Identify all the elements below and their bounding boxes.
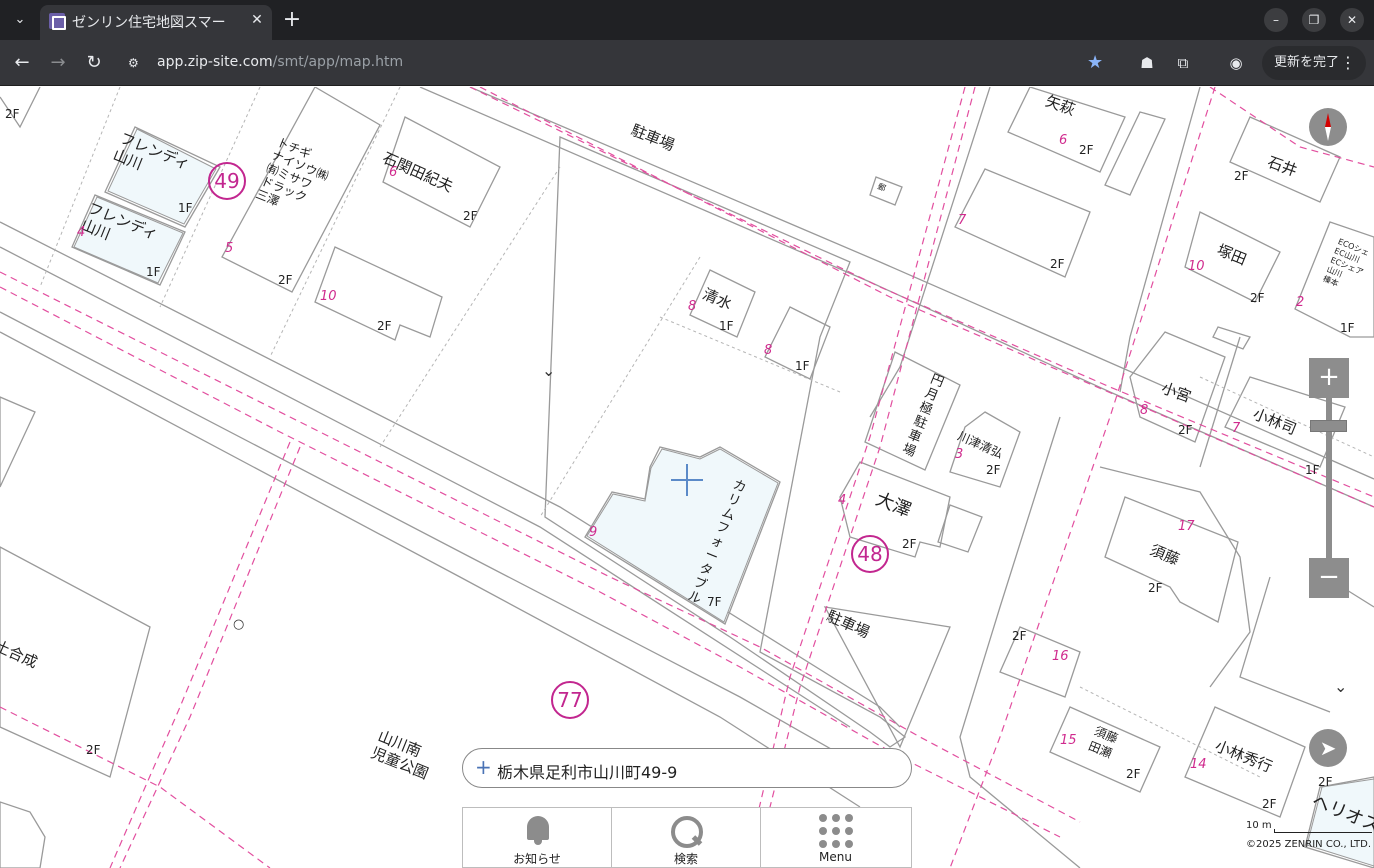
browser-tab[interactable]: ゼンリン住宅地図スマー ✕ bbox=[40, 5, 272, 40]
lot-number: 8 bbox=[1140, 403, 1149, 418]
notice-label: お知らせ bbox=[513, 852, 561, 866]
lot-number: 2 bbox=[1296, 295, 1305, 310]
lot-number: 3 bbox=[955, 447, 964, 462]
floor-label: 2F bbox=[1079, 143, 1094, 157]
bell-icon bbox=[523, 816, 553, 845]
forward-button[interactable]: → bbox=[44, 49, 72, 77]
site-favicon-icon bbox=[49, 13, 66, 30]
floor-label: 2F bbox=[1126, 767, 1141, 781]
floor-label: 2F bbox=[1234, 169, 1249, 183]
update-button[interactable]: 更新を完了 ⋮ bbox=[1262, 46, 1366, 80]
bottom-navigation: お知らせ 検索 Menu bbox=[462, 807, 912, 868]
compass-icon[interactable] bbox=[1309, 108, 1347, 146]
floor-label: 2F bbox=[1050, 257, 1065, 271]
close-window-button[interactable]: ✕ bbox=[1340, 8, 1364, 32]
map-symbol-chevron-icon: ⌄ bbox=[1334, 677, 1348, 696]
floor-label: 2F bbox=[986, 463, 1001, 477]
floor-label: 1F bbox=[1305, 463, 1320, 477]
search-button[interactable]: 検索 bbox=[612, 808, 761, 867]
scale-bar bbox=[1274, 829, 1372, 833]
floor-label: 7F bbox=[707, 595, 722, 609]
lot-number: 15 bbox=[1060, 733, 1077, 748]
floor-label: 2F bbox=[1262, 797, 1277, 811]
floor-label: 1F bbox=[146, 265, 161, 279]
zoom-in-button[interactable]: + bbox=[1309, 358, 1349, 398]
menu-button[interactable]: Menu bbox=[761, 808, 910, 867]
back-button[interactable]: ← bbox=[8, 49, 36, 77]
floor-label: 2F bbox=[86, 743, 101, 757]
tab-close-icon[interactable]: ✕ bbox=[246, 9, 268, 31]
floor-label: 1F bbox=[719, 319, 734, 333]
lot-number: 10 bbox=[320, 289, 337, 304]
block-number-49: 49 bbox=[208, 162, 246, 200]
copyright: ©2025 ZENRIN CO., LTD. bbox=[1246, 839, 1371, 850]
floor-label: 2F bbox=[278, 273, 293, 287]
floor-label: 2F bbox=[1148, 581, 1163, 595]
map-symbol-circle-icon: ○ bbox=[233, 617, 245, 632]
address-text: 栃木県足利市山川町49-9 bbox=[497, 763, 678, 782]
floor-label: 1F bbox=[795, 359, 810, 373]
lot-number: 4 bbox=[77, 225, 86, 240]
bookmark-star-icon[interactable]: ★ bbox=[1087, 52, 1103, 73]
grid-menu-icon bbox=[819, 814, 853, 848]
minimize-button[interactable]: – bbox=[1264, 8, 1288, 32]
lot-number: 17 bbox=[1178, 519, 1195, 534]
lot-number: 14 bbox=[1190, 757, 1207, 772]
floor-label: 2F bbox=[1250, 291, 1265, 305]
menu-label: Menu bbox=[819, 850, 852, 864]
scale-label: 10 m bbox=[1246, 820, 1272, 831]
floor-label: 2F bbox=[5, 107, 20, 121]
floor-label: 1F bbox=[1340, 321, 1355, 335]
search-icon bbox=[670, 816, 704, 848]
lot-number: 8 bbox=[688, 299, 697, 314]
zoom-slider-handle[interactable] bbox=[1310, 420, 1347, 432]
site-info-icon[interactable]: ⚙ bbox=[128, 55, 144, 71]
zoom-out-button[interactable]: − bbox=[1309, 558, 1349, 598]
reload-button[interactable]: ↻ bbox=[80, 49, 108, 77]
tab-title: ゼンリン住宅地図スマー bbox=[72, 15, 226, 31]
browser-toolbar: ← → ↻ ⚙ app.zip-site.com/smt/app/map.htm… bbox=[0, 40, 1374, 86]
profile-icon[interactable]: ◉ bbox=[1225, 52, 1247, 74]
lot-number: 8 bbox=[764, 343, 773, 358]
browser-tab-bar: ⌄ ゼンリン住宅地図スマー ✕ + – ❐ ✕ bbox=[0, 0, 1374, 40]
map-canvas[interactable]: 駐車場 矢萩 石井 塚田 小宮 小林司 フレンディ 山川 フレンディ 山川 トチ… bbox=[0, 87, 1374, 868]
floor-label: 2F bbox=[902, 537, 917, 551]
new-tab-button[interactable]: + bbox=[280, 6, 304, 34]
floor-label: 2F bbox=[1012, 629, 1027, 643]
menu-dots-icon: ⋮ bbox=[1340, 53, 1356, 72]
lot-number: 6 bbox=[389, 165, 398, 180]
floor-label: 2F bbox=[1178, 423, 1193, 437]
floor-label: 2F bbox=[377, 319, 392, 333]
lot-number: 7 bbox=[958, 213, 967, 228]
lot-number: 10 bbox=[1188, 259, 1205, 274]
center-crosshair-icon bbox=[671, 464, 703, 496]
extensions-puzzle-icon[interactable]: ⧉ bbox=[1172, 52, 1194, 74]
block-number-48: 48 bbox=[851, 535, 889, 573]
crosshair-plus-icon: + bbox=[475, 755, 492, 779]
floor-label: 1F bbox=[178, 201, 193, 215]
restore-button[interactable]: ❐ bbox=[1302, 8, 1326, 32]
lot-number: 4 bbox=[838, 493, 847, 508]
extension-icon[interactable]: ☗ bbox=[1136, 52, 1158, 74]
address-bar[interactable]: ⚙ app.zip-site.com/smt/app/map.htm ★ bbox=[118, 46, 1120, 80]
search-label: 検索 bbox=[673, 852, 698, 866]
lot-number: 7 bbox=[1232, 421, 1241, 436]
address-display[interactable]: + 栃木県足利市山川町49-9 bbox=[462, 748, 912, 788]
lot-number: 9 bbox=[589, 525, 598, 540]
lot-number: 6 bbox=[1059, 133, 1068, 148]
floor-label: 2F bbox=[1318, 775, 1333, 789]
floor-label: 2F bbox=[463, 209, 478, 223]
block-number-77: 77 bbox=[551, 681, 589, 719]
tab-search-chevron-icon[interactable]: ⌄ bbox=[6, 6, 34, 34]
url-text: app.zip-site.com/smt/app/map.htm bbox=[157, 54, 404, 70]
lot-number: 16 bbox=[1052, 649, 1069, 664]
map-symbol-chevron-icon: ⌄ bbox=[542, 361, 556, 380]
lot-number: 5 bbox=[225, 241, 234, 256]
current-location-icon[interactable]: ➤ bbox=[1309, 729, 1347, 767]
notice-button[interactable]: お知らせ bbox=[463, 808, 612, 867]
